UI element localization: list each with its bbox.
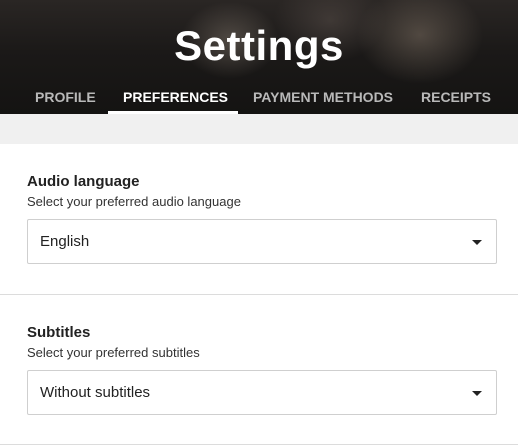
audio-language-description: Select your preferred audio language [27, 194, 241, 209]
subtitles-value: Without subtitles [40, 384, 151, 401]
tab-receipts[interactable]: RECEIPTS [421, 82, 491, 114]
section-divider [0, 444, 518, 445]
caret-down-icon [472, 240, 482, 245]
tab-payment-methods[interactable]: PAYMENT METHODS [253, 82, 393, 114]
tab-preferences[interactable]: PREFERENCES [123, 82, 228, 114]
audio-language-value: English [40, 233, 90, 250]
subtitles-select[interactable]: Without subtitles [27, 370, 497, 415]
section-divider [0, 294, 518, 295]
audio-language-title: Audio language [27, 173, 140, 190]
tab-profile[interactable]: PROFILE [35, 82, 96, 114]
subtitles-description: Select your preferred subtitles [27, 345, 200, 360]
settings-tabs: PROFILE PREFERENCES PAYMENT METHODS RECE… [0, 82, 518, 114]
page-title: Settings [174, 22, 344, 69]
caret-down-icon [472, 391, 482, 396]
section-spacer [0, 114, 518, 144]
audio-language-select[interactable]: English [27, 219, 497, 264]
header-banner: Settings PROFILE PREFERENCES PAYMENT MET… [0, 0, 518, 114]
subtitles-title: Subtitles [27, 324, 91, 341]
